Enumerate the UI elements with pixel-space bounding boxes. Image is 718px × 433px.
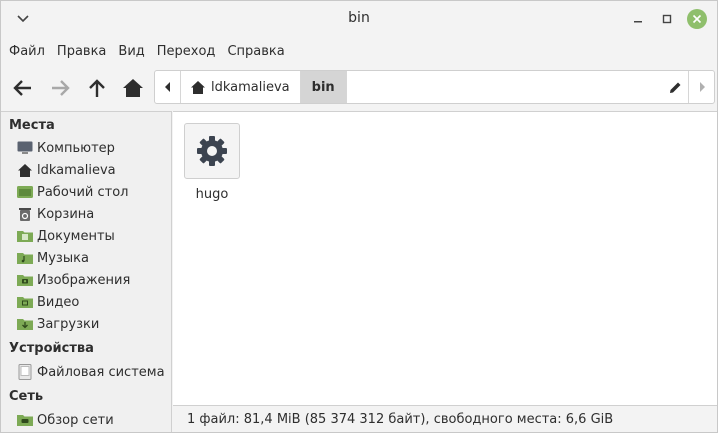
arrow-right-icon bbox=[52, 80, 70, 96]
sidebar-item-label: ldkamalieva bbox=[37, 162, 116, 178]
music-folder-icon bbox=[17, 250, 33, 266]
home-icon bbox=[123, 79, 143, 97]
desktop-folder-icon bbox=[17, 184, 33, 200]
videos-folder-icon bbox=[17, 294, 33, 310]
edit-path-button[interactable] bbox=[662, 71, 688, 103]
sidebar-item-label: Загрузки bbox=[37, 316, 100, 332]
menu-edit[interactable]: Правка bbox=[51, 44, 112, 59]
sidebar-item-label: Обзор сети bbox=[37, 412, 114, 428]
menu-view[interactable]: Вид bbox=[112, 44, 150, 59]
sidebar-item-label: Изображения bbox=[37, 272, 131, 288]
computer-icon bbox=[17, 140, 33, 156]
sidebar-section-network: Сеть bbox=[9, 389, 44, 404]
back-button[interactable] bbox=[8, 73, 38, 103]
sidebar-item-label: Рабочий стол bbox=[37, 184, 129, 200]
breadcrumb-current-label: bin bbox=[311, 79, 335, 95]
sidebar-item-computer[interactable]: Компьютер bbox=[17, 138, 115, 158]
file-view[interactable]: hugo bbox=[173, 111, 717, 405]
home-icon bbox=[17, 162, 33, 178]
downloads-folder-icon bbox=[17, 316, 33, 332]
menu-go[interactable]: Переход bbox=[151, 44, 222, 59]
path-scroll-left-button[interactable] bbox=[155, 71, 181, 103]
forward-button[interactable] bbox=[45, 73, 75, 103]
sidebar-item-pictures[interactable]: Изображения bbox=[17, 270, 130, 290]
sidebar-item-videos[interactable]: Видео bbox=[17, 292, 79, 312]
sidebar-section-devices: Устройства bbox=[9, 341, 94, 356]
title-bar: bin bbox=[1, 1, 717, 37]
path-bar-empty-area bbox=[347, 71, 662, 103]
maximize-icon bbox=[662, 14, 672, 24]
window-title: bin bbox=[348, 10, 370, 26]
sidebar-item-label: Файловая система bbox=[37, 364, 165, 380]
drive-icon bbox=[17, 364, 33, 380]
maximize-button[interactable] bbox=[657, 9, 677, 29]
menu-help[interactable]: Справка bbox=[221, 44, 290, 59]
close-button[interactable] bbox=[687, 9, 707, 29]
sidebar-item-label: Компьютер bbox=[37, 140, 115, 156]
sidebar-item-desktop[interactable]: Рабочий стол bbox=[17, 182, 128, 202]
caret-left-icon bbox=[164, 82, 170, 92]
arrow-up-icon bbox=[89, 79, 105, 97]
home-button[interactable] bbox=[118, 73, 148, 103]
breadcrumb-current[interactable]: bin bbox=[300, 71, 347, 103]
sidebar-item-music[interactable]: Музыка bbox=[17, 248, 89, 268]
caret-right-icon bbox=[699, 82, 705, 92]
pencil-icon bbox=[669, 82, 680, 93]
sidebar-item-filesystem[interactable]: Файловая система bbox=[17, 362, 165, 382]
documents-folder-icon bbox=[17, 228, 33, 244]
minimize-icon bbox=[634, 21, 642, 23]
menu-file[interactable]: Файл bbox=[3, 44, 51, 59]
sidebar-item-label: Корзина bbox=[37, 206, 95, 222]
status-bar: 1 файл: 81,4 MiB (85 374 312 байт), своб… bbox=[173, 405, 717, 432]
path-bar: ldkamalieva bin bbox=[154, 70, 715, 104]
sidebar-item-network[interactable]: Обзор сети bbox=[17, 410, 114, 430]
sidebar-section-places: Места bbox=[9, 118, 55, 133]
status-text: 1 файл: 81,4 MiB (85 374 312 байт), своб… bbox=[187, 411, 614, 427]
sidebar-item-label: Документы bbox=[37, 228, 115, 244]
sidebar-item-label: Музыка bbox=[37, 250, 89, 266]
up-button[interactable] bbox=[82, 73, 112, 103]
minimize-button[interactable] bbox=[628, 9, 648, 29]
sidebar-item-trash[interactable]: Корзина bbox=[17, 204, 94, 224]
menu-bar: Файл Правка Вид Переход Справка bbox=[1, 37, 717, 65]
file-item[interactable]: hugo bbox=[184, 123, 240, 202]
sidebar-item-downloads[interactable]: Загрузки bbox=[17, 314, 99, 334]
executable-gear-icon bbox=[184, 123, 240, 179]
sidebar-item-documents[interactable]: Документы bbox=[17, 226, 115, 246]
home-icon bbox=[191, 80, 205, 94]
file-manager-window: bin Файл Правка Вид Переход Справка ldka… bbox=[0, 0, 718, 433]
arrow-left-icon bbox=[13, 80, 31, 96]
breadcrumb-home-label: ldkamalieva bbox=[211, 79, 290, 95]
sidebar: Места Компьютер ldkamalieva Рабочий стол… bbox=[1, 111, 172, 432]
pictures-folder-icon bbox=[17, 272, 33, 288]
sidebar-item-home[interactable]: ldkamalieva bbox=[17, 160, 116, 180]
sidebar-item-label: Видео bbox=[37, 294, 80, 310]
network-folder-icon bbox=[17, 412, 33, 428]
path-scroll-right-button[interactable] bbox=[688, 71, 714, 103]
file-name: hugo bbox=[195, 187, 229, 202]
breadcrumb-home[interactable]: ldkamalieva bbox=[181, 71, 301, 103]
close-icon bbox=[692, 14, 702, 24]
trash-icon bbox=[17, 206, 33, 222]
